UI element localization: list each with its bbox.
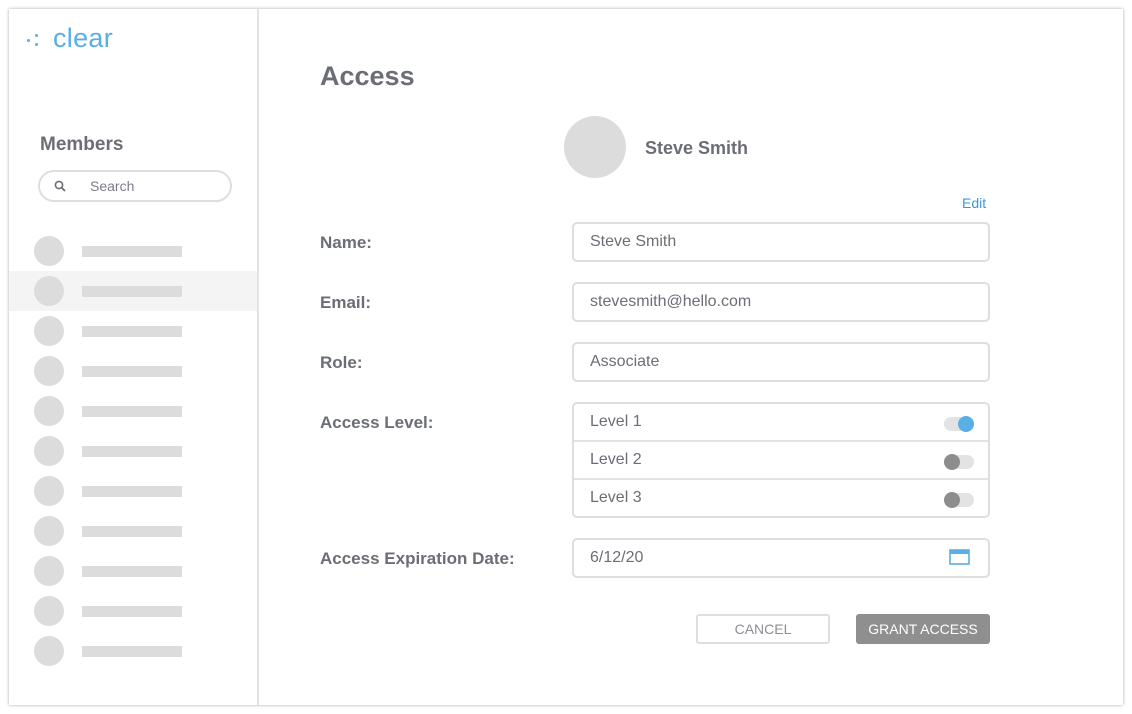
member-avatar [34, 556, 64, 586]
member-avatar [34, 396, 64, 426]
logo-text: clear [53, 23, 114, 53]
member-name-placeholder [82, 566, 182, 577]
member-avatar [34, 276, 64, 306]
toggle-knob [944, 492, 960, 508]
access-level-row: Level 3 [574, 480, 988, 518]
access-level-list: Level 1 Level 2 Level 3 [572, 402, 990, 518]
member-name-placeholder [82, 486, 182, 497]
member-avatar [34, 596, 64, 626]
member-list-item[interactable] [9, 631, 257, 671]
member-name-placeholder [82, 366, 182, 377]
sidebar: clear Members Search [9, 9, 259, 705]
member-name-placeholder [82, 606, 182, 617]
member-avatar [34, 636, 64, 666]
avatar [564, 116, 626, 178]
profile-name: Steve Smith [645, 138, 749, 158]
app-window: clear Members Search Access Steve Smith … [9, 9, 1123, 705]
member-name-placeholder [82, 326, 182, 337]
search-input[interactable]: Search [38, 170, 232, 202]
member-list-item[interactable] [9, 471, 257, 511]
email-field[interactable]: stevesmith@hello.com [572, 282, 990, 322]
member-name-placeholder [82, 446, 182, 457]
member-avatar [34, 476, 64, 506]
member-name-placeholder [82, 646, 182, 657]
search-placeholder: Search [90, 178, 135, 194]
member-list-item[interactable] [9, 351, 257, 391]
member-list-item[interactable] [9, 311, 257, 351]
page-title: Access [320, 61, 415, 91]
member-name-placeholder [82, 286, 182, 297]
name-label: Name: [320, 233, 372, 252]
member-list-item[interactable] [9, 551, 257, 591]
expiration-date-value: 6/12/20 [590, 549, 644, 566]
access-level-label: Access Level: [320, 413, 434, 432]
expiration-label: Access Expiration Date: [320, 549, 515, 568]
grant-access-button[interactable]: GRANT ACCESS [856, 614, 990, 644]
role-field[interactable]: Associate [572, 342, 990, 382]
logo-icon [25, 29, 45, 49]
email-label: Email: [320, 293, 372, 312]
main-panel: Access Steve Smith Edit Name: Steve Smit… [261, 9, 1123, 705]
cancel-button[interactable]: CANCEL [696, 614, 830, 644]
member-list-item[interactable] [9, 591, 257, 631]
level-2-toggle[interactable] [944, 454, 974, 470]
access-level-name: Level 2 [590, 451, 642, 468]
access-level-name: Level 3 [590, 489, 642, 506]
member-list-item[interactable] [9, 511, 257, 551]
member-list-item[interactable] [9, 271, 257, 311]
member-list-item[interactable] [9, 231, 257, 271]
member-name-placeholder [82, 406, 182, 417]
member-list [9, 231, 257, 671]
member-list-item[interactable] [9, 431, 257, 471]
calendar-icon[interactable] [949, 549, 970, 565]
access-level-name: Level 1 [590, 413, 642, 430]
member-avatar [34, 236, 64, 266]
member-avatar [34, 356, 64, 386]
member-avatar [34, 516, 64, 546]
role-label: Role: [320, 353, 363, 372]
access-level-row: Level 2 [574, 442, 988, 480]
toggle-knob [944, 454, 960, 470]
name-field[interactable]: Steve Smith [572, 222, 990, 262]
members-title: Members [40, 134, 124, 155]
member-name-placeholder [82, 246, 182, 257]
member-avatar [34, 316, 64, 346]
level-1-toggle[interactable] [944, 416, 974, 432]
access-level-row: Level 1 [574, 404, 988, 442]
member-name-placeholder [82, 526, 182, 537]
search-icon [54, 180, 66, 192]
member-list-item[interactable] [9, 391, 257, 431]
edit-link[interactable]: Edit [962, 195, 986, 211]
expiration-date-field[interactable]: 6/12/20 [572, 538, 990, 578]
logo: clear [25, 23, 113, 54]
member-avatar [34, 436, 64, 466]
toggle-knob [958, 416, 974, 432]
level-3-toggle[interactable] [944, 492, 974, 508]
